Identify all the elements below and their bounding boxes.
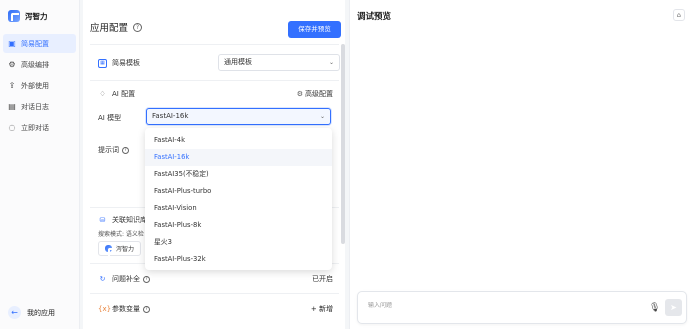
model-option[interactable]: FastAI-Plus-turbo — [145, 183, 332, 200]
template-select-value: 通用模板 — [224, 58, 252, 66]
sidebar-item-label: 高级编排 — [21, 60, 49, 69]
model-label: AI 模型 — [98, 114, 122, 122]
model-dropdown: FastAI-4k FastAI-16k FastAI35(不稳定) FastA… — [145, 128, 332, 270]
ai-config-header: ♢ AI 配置 — [98, 89, 135, 99]
help-icon[interactable]: ? — [143, 305, 150, 313]
knowledge-chip[interactable]: 泻智力 — [98, 241, 142, 256]
sidebar-nav: ▣ 简易配置 ⚙ 高级编排 ⇪ 外部使用 ▤ 对话日志 ◌ 立即对话 — [3, 34, 76, 139]
sidebar-item-label: 外部使用 — [21, 81, 49, 90]
app-logo-icon — [8, 10, 20, 22]
preview-title: 调试预览 — [357, 12, 392, 22]
chat-input-box: 🎙 ➤ — [357, 291, 687, 324]
sidebar-item-external[interactable]: ⇪ 外部使用 — [3, 76, 76, 95]
settings-icon: ⚙ — [8, 59, 16, 69]
variables-label: 参数变量 — [112, 305, 140, 313]
knowledge-chip-label: 泻智力 — [116, 246, 135, 253]
app-name: 泻智力 — [25, 11, 48, 21]
help-icon[interactable]: ? — [122, 146, 129, 154]
variables-row: {x} 参数变量 ? — [98, 304, 150, 314]
clear-chat-button[interactable]: ⌂ — [673, 9, 685, 21]
sidebar-item-label: 对话日志 — [21, 102, 49, 111]
sidebar-item-label: 立即对话 — [21, 123, 49, 132]
sidebar-item-chat-log[interactable]: ▤ 对话日志 — [3, 97, 76, 116]
model-option[interactable]: 星火3 — [145, 234, 332, 251]
database-icon: ⛁ — [99, 215, 106, 224]
my-apps-button[interactable]: ← 我的应用 — [8, 306, 55, 319]
model-option[interactable]: FastAI35(不稳定) — [145, 166, 332, 183]
help-icon[interactable]: ? — [143, 275, 150, 283]
question-completion-status[interactable]: 已开启 — [312, 274, 333, 284]
add-variable-button[interactable]: + 新增 — [311, 304, 333, 314]
config-header: 应用配置 ? — [90, 20, 143, 34]
page-title: 应用配置 — [90, 23, 129, 34]
model-option[interactable]: FastAI-Plus-8k — [145, 217, 332, 234]
knowledge-label: 关联知识库 — [112, 216, 147, 224]
share-icon: ⇪ — [8, 80, 16, 90]
scrollbar[interactable] — [341, 44, 345, 244]
brand: 泻智力 — [8, 10, 48, 22]
prompt-label-row: 提示词 ? — [98, 145, 129, 155]
knowledge-header: ⛁ 关联知识库 — [98, 215, 147, 225]
model-option[interactable]: FastAI-Vision — [145, 200, 332, 217]
template-icon: ▦ — [98, 58, 107, 68]
model-select-value: FastAI-16k — [152, 112, 189, 120]
chevron-down-icon: ⌄ — [319, 113, 325, 120]
advanced-config-button[interactable]: ⚙ 高级配置 — [297, 89, 333, 99]
question-completion-label: 问题补全 — [112, 275, 140, 283]
question-completion-row: ↻ 问题补全 ? — [98, 274, 150, 284]
layout-icon: ▣ — [8, 38, 16, 48]
sidebar-item-label: 简易配置 — [21, 39, 49, 48]
chat-log-icon: ▤ — [8, 101, 16, 111]
template-select[interactable]: 通用模板 ⌄ — [218, 54, 340, 71]
ai-icon: ♢ — [99, 89, 106, 98]
search-mode-text: 搜索模式: 语义检 — [98, 231, 144, 238]
model-option-selected[interactable]: FastAI-16k — [145, 149, 332, 166]
chat-icon: ◌ — [8, 122, 16, 132]
sidebar-item-advanced[interactable]: ⚙ 高级编排 — [3, 55, 76, 74]
variables-section: {x} 参数变量 ? + 新增 — [90, 293, 339, 323]
help-icon[interactable]: ? — [133, 22, 143, 32]
chevron-down-icon: ⌄ — [328, 59, 334, 66]
prompt-label: 提示词 — [98, 146, 119, 154]
variable-icon: {x} — [98, 304, 112, 313]
model-select[interactable]: FastAI-16k ⌄ — [146, 108, 331, 125]
refresh-icon: ↻ — [99, 274, 106, 283]
my-apps-label: 我的应用 — [27, 308, 55, 317]
template-label-row: ▦ 简易模板 — [98, 58, 140, 68]
chat-input[interactable] — [368, 302, 628, 309]
save-preview-button[interactable]: 保存并预览 — [288, 21, 341, 38]
preview-panel: 调试预览 ⌂ 🎙 ➤ — [349, 0, 692, 329]
model-option[interactable]: FastAI-4k — [145, 132, 332, 149]
microphone-icon[interactable]: 🎙 — [649, 302, 660, 314]
send-button[interactable]: ➤ — [665, 299, 682, 316]
sidebar: 泻智力 ▣ 简易配置 ⚙ 高级编排 ⇪ 外部使用 ▤ 对话日志 ◌ 立即对话 ←… — [0, 0, 80, 329]
ai-config-label: AI 配置 — [112, 90, 136, 98]
sidebar-item-simple-config[interactable]: ▣ 简易配置 — [3, 34, 76, 53]
template-section: ▦ 简易模板 通用模板 ⌄ — [90, 44, 340, 79]
knowledge-base-icon — [105, 245, 116, 256]
gear-icon: ⚙ — [296, 90, 303, 98]
back-arrow-icon: ← — [8, 306, 21, 319]
sidebar-item-chat-now[interactable]: ◌ 立即对话 — [3, 118, 76, 137]
model-option[interactable]: FastAI-Plus-32k — [145, 251, 332, 268]
template-label: 简易模板 — [112, 59, 140, 67]
advanced-config-label: 高级配置 — [305, 90, 333, 98]
